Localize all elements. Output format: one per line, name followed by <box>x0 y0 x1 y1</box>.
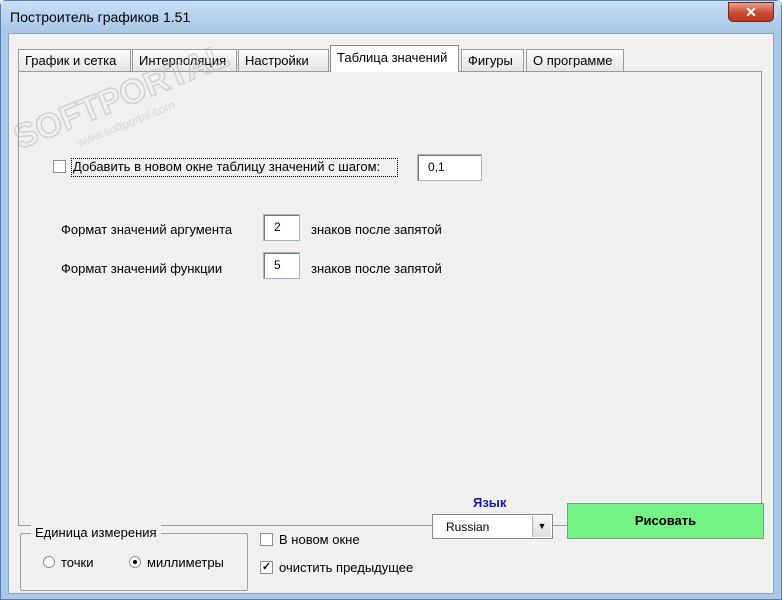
units-group-title: Единица измерения <box>31 525 161 540</box>
argument-format-suffix: знаков после запятой <box>311 222 442 237</box>
check-icon: ✓ <box>261 561 272 573</box>
new-window-label[interactable]: В новом окне <box>279 532 360 547</box>
function-format-input[interactable]: 5 <box>263 252 300 279</box>
new-window-checkbox[interactable] <box>260 533 273 546</box>
argument-format-label: Формат значений аргумента <box>61 222 233 237</box>
add-table-label[interactable]: Добавить в новом окне таблицу значений с… <box>71 158 398 177</box>
app-window: Построитель графиков 1.51 ✕ График и сет… <box>0 0 782 600</box>
function-format-suffix: знаков после запятой <box>311 261 442 276</box>
window-title: Построитель графиков 1.51 <box>10 9 191 25</box>
clear-previous-checkbox[interactable]: ✓ <box>260 561 273 574</box>
title-bar[interactable]: Построитель графиков 1.51 ✕ <box>1 1 781 33</box>
close-icon: ✕ <box>745 4 757 20</box>
tab-value-table[interactable]: Таблица значений <box>330 45 459 72</box>
draw-button[interactable]: Рисовать <box>567 503 764 539</box>
chevron-down-icon[interactable]: ▼ <box>532 516 551 537</box>
close-button[interactable]: ✕ <box>728 2 774 22</box>
value-table-panel: Добавить в новом окне таблицу значений с… <box>18 71 762 526</box>
clear-previous-label[interactable]: очистить предыдущее <box>279 560 413 575</box>
units-millimeters-radio[interactable] <box>129 556 141 568</box>
tab-shapes[interactable]: Фигуры <box>461 49 524 71</box>
language-title: Язык <box>473 495 507 510</box>
language-selected-value: Russian <box>446 520 490 534</box>
tab-interpolation[interactable]: Интерполяция <box>132 49 237 71</box>
units-millimeters-label[interactable]: миллиметры <box>147 555 224 570</box>
units-points-label[interactable]: точки <box>61 555 93 570</box>
tab-graph-grid[interactable]: График и сетка <box>18 49 131 71</box>
add-table-checkbox[interactable] <box>53 160 66 173</box>
function-format-label: Формат значений функции <box>61 261 223 276</box>
step-input[interactable]: 0,1 <box>417 154 482 181</box>
tab-about[interactable]: О программе <box>526 49 624 71</box>
argument-format-input[interactable]: 2 <box>263 214 300 241</box>
language-select[interactable]: Russian ▼ <box>432 514 553 539</box>
tab-settings[interactable]: Настройки <box>238 49 329 71</box>
client-area: График и сетка Интерполяция Настройки Та… <box>8 33 774 594</box>
units-group: Единица измерения точки миллиметры <box>20 525 248 591</box>
units-points-radio[interactable] <box>43 556 55 568</box>
